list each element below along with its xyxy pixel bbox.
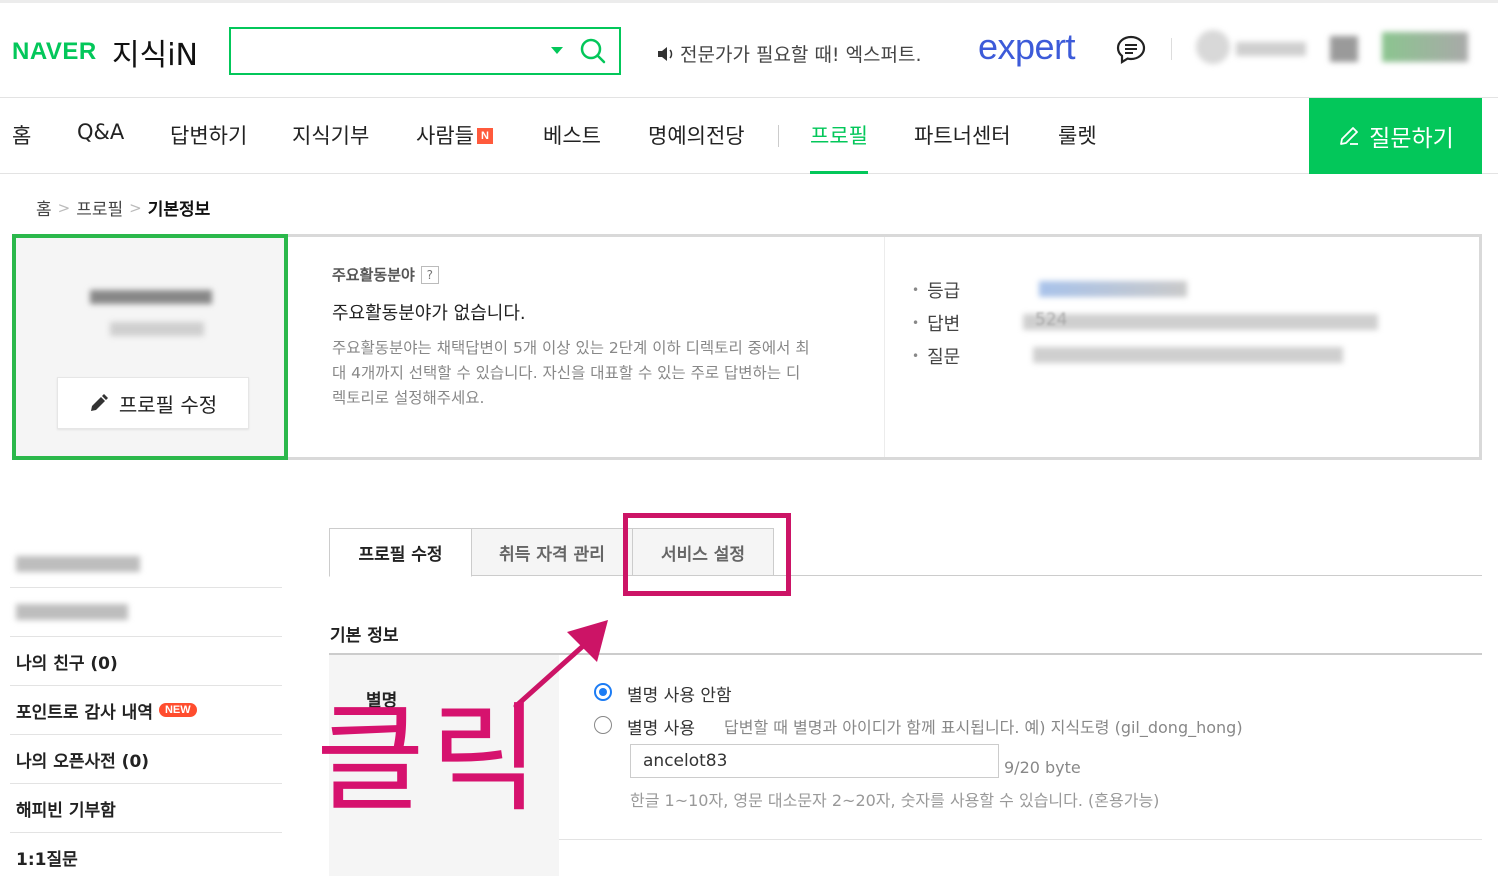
breadcrumb: 홈 > 프로필 > 기본정보 (36, 195, 211, 221)
nav-donate[interactable]: 지식기부 (292, 120, 369, 150)
nav-people-label: 사람들 (416, 124, 474, 148)
nav-qna[interactable]: Q&A (77, 120, 124, 144)
nav-answer[interactable]: 답변하기 (170, 120, 247, 150)
nav-home[interactable]: 홈 (12, 120, 31, 150)
alias-input[interactable]: ancelot83 (630, 744, 999, 778)
sidebar-blurred-item-2[interactable] (16, 604, 128, 620)
row-divider (559, 839, 1482, 840)
chat-icon[interactable] (1115, 34, 1147, 66)
promo-text: 전문가가 필요할 때! 엑스퍼트. (680, 44, 922, 66)
sidebar-item-happybean[interactable]: 해피빈 기부함 (10, 784, 282, 833)
radio-alias-on[interactable] (594, 716, 612, 734)
sidebar-divider (10, 587, 282, 588)
nav-people[interactable]: 사람들 N (416, 120, 493, 150)
user-menu-icon[interactable] (1330, 36, 1358, 62)
nav-divider (778, 125, 779, 147)
user-avatar[interactable] (1196, 30, 1230, 64)
profile-summary-panel: 프로필 수정 주요활동분야 ? 주요활동분야가 없습니다. 주요활동분야는 채택… (12, 234, 1482, 460)
stat-answer-value (1023, 314, 1378, 330)
tab-edit-profile[interactable]: 프로필 수정 (329, 528, 472, 577)
edit-profile-label: 프로필 수정 (118, 392, 218, 417)
new-badge: N (476, 128, 493, 144)
main-field-description: 주요활동분야는 채택답변이 5개 이상 있는 2단계 이하 디렉토리 중에서 최… (332, 339, 810, 407)
new-badge: NEW (158, 703, 197, 717)
nav-roulette[interactable]: 룰렛 (1058, 120, 1097, 150)
main-field-title: 주요활동분야 ? (332, 264, 439, 285)
nav-best[interactable]: 베스트 (543, 120, 601, 150)
basic-info-title: 기본 정보 (330, 626, 399, 646)
nav-profile[interactable]: 프로필 (810, 120, 868, 174)
stat-grade-value (1039, 281, 1187, 297)
pencil-icon (90, 394, 108, 411)
alias-off-label[interactable]: 별명 사용 안함 (627, 681, 732, 706)
site-header: NAVER 지식iN 전문가가 필요할 때! 엑스퍼트. expert (0, 0, 1498, 98)
chevron-right-icon: > (129, 198, 142, 217)
expert-logo[interactable]: expert (978, 26, 1076, 68)
breadcrumb-home[interactable]: 홈 (36, 195, 52, 220)
stat-grade-label: 등급 (912, 277, 960, 303)
search-box[interactable] (229, 27, 621, 75)
sidebar-item-label: 포인트로 감사 내역 (16, 702, 153, 723)
speaker-icon (658, 46, 673, 61)
pencil-icon (1340, 127, 1359, 145)
jisikin-logo[interactable]: 지식iN (112, 30, 198, 74)
stat-question-label: 질문 (912, 343, 960, 369)
byte-counter: 9/20 byte (1004, 758, 1081, 777)
user-name[interactable] (1236, 42, 1306, 56)
profile-card: 프로필 수정 (12, 234, 288, 460)
panel-divider (884, 237, 885, 457)
ask-question-button[interactable]: 질문하기 (1309, 98, 1482, 174)
annotation-highlight-box (623, 513, 791, 596)
sidebar-item-open-dictionary[interactable]: 나의 오픈사전 (0) (10, 735, 282, 784)
alias-on-label[interactable]: 별명 사용 (627, 714, 695, 739)
sidebar-item-friends[interactable]: 나의 친구 (0) (10, 637, 282, 686)
annotation-click-text: 클릭 (316, 690, 546, 828)
top-border (0, 0, 1498, 3)
breadcrumb-current: 기본정보 (147, 200, 211, 220)
main-nav: 홈 Q&A 답변하기 지식기부 사람들 N 베스트 명예의전당 프로필 파트너센터… (0, 98, 1498, 174)
search-dropdown-icon[interactable] (551, 47, 563, 54)
stat-answer-label: 답변 (912, 310, 960, 336)
stat-question-value (1033, 347, 1343, 363)
profile-id (110, 322, 204, 336)
naver-logo[interactable]: NAVER (12, 38, 97, 66)
nav-hall-of-fame[interactable]: 명예의전당 (648, 120, 745, 150)
breadcrumb-profile[interactable]: 프로필 (76, 195, 123, 220)
nav-partner-center[interactable]: 파트너센터 (914, 120, 1011, 150)
sidebar-item-inquiry[interactable]: 1:1질문 (10, 833, 282, 876)
sidebar-item-point-thanks[interactable]: 포인트로 감사 내역 NEW (10, 686, 282, 735)
sidebar-blurred-item-1[interactable] (16, 556, 140, 572)
tab-certificates[interactable]: 취득 자격 관리 (471, 528, 633, 576)
header-divider (1171, 38, 1172, 60)
chevron-right-icon: > (57, 198, 71, 217)
help-icon[interactable]: ? (420, 265, 439, 284)
edit-profile-button[interactable]: 프로필 수정 (57, 377, 249, 429)
search-icon[interactable] (579, 37, 607, 65)
radio-alias-off[interactable] (594, 683, 612, 701)
stat-answer-count: 524 (1035, 310, 1068, 330)
main-field-empty: 주요활동분야가 없습니다. (332, 303, 526, 324)
expert-promo-link[interactable]: 전문가가 필요할 때! 엑스퍼트. (656, 40, 922, 67)
main-field-title-text: 주요활동분야 (332, 266, 415, 284)
alias-on-description: 답변할 때 별명과 아이디가 함께 표시됩니다. 예) 지식도령 (gil_do… (724, 718, 1243, 737)
ask-question-label: 질문하기 (1369, 126, 1454, 152)
apps-icon[interactable] (1382, 32, 1468, 62)
alias-hint: 한글 1~10자, 영문 대소문자 2~20자, 숫자를 사용할 수 있습니다.… (630, 791, 1160, 810)
profile-nickname (90, 290, 212, 304)
